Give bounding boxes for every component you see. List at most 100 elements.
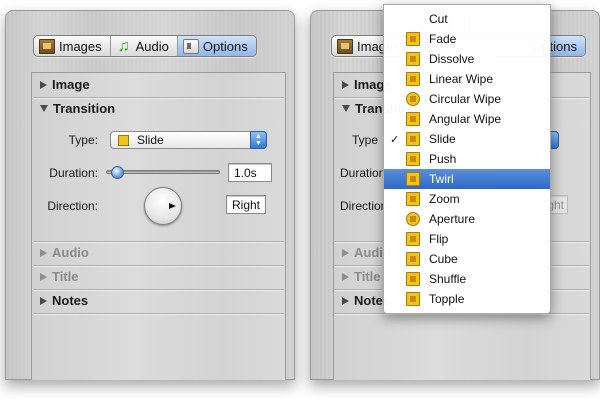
menu-item-label: Fade <box>429 32 457 46</box>
slide-icon <box>406 132 420 146</box>
twirl-icon <box>406 172 420 186</box>
menu-item-topple[interactable]: Topple <box>384 289 550 309</box>
menu-item-slide[interactable]: ✓ Slide <box>384 129 550 149</box>
menu-item-shuffle[interactable]: Shuffle <box>384 269 550 289</box>
tab-images[interactable]: Images <box>34 36 111 56</box>
inspector-panel-left: Images ♫ Audio Options Image Transition … <box>5 10 295 380</box>
dissolve-icon <box>406 52 420 66</box>
direction-label: Direction: <box>47 199 98 213</box>
transition-type-menu: Cut Fade Dissolve Linear Wipe Circular Wipe A… <box>383 4 551 314</box>
popup-arrows-icon: ▲ ▼ <box>250 131 267 149</box>
duration-slider-knob[interactable] <box>111 166 125 179</box>
menu-item-label: Zoom <box>429 192 460 206</box>
section-title-label: Title <box>354 269 381 284</box>
aperture-icon <box>406 212 420 226</box>
type-label: Type: <box>68 133 98 147</box>
topple-icon <box>406 292 420 306</box>
disclosure-collapsed-icon[interactable] <box>40 272 47 281</box>
direction-field[interactable]: Right <box>226 195 266 214</box>
menu-item-label: Cut <box>429 12 448 26</box>
menu-item-dissolve[interactable]: Dissolve <box>384 49 550 69</box>
tab-options-label: Options <box>202 38 248 54</box>
section-audio-header[interactable]: Audio <box>40 245 89 260</box>
menu-item-label: Angular Wipe <box>429 112 502 126</box>
flip-icon <box>406 232 420 246</box>
divider <box>33 313 284 314</box>
fade-icon <box>406 32 420 46</box>
section-transition-header[interactable]: Transition <box>40 101 115 116</box>
tab-audio-label: Audio <box>135 38 169 54</box>
menu-item-cube[interactable]: Cube <box>384 249 550 269</box>
checkmark-icon: ✓ <box>390 133 400 146</box>
disclosure-expanded-icon[interactable] <box>342 105 350 112</box>
menu-item-label: Twirl <box>429 172 454 186</box>
menu-item-circular-wipe[interactable]: Circular Wipe <box>384 89 550 109</box>
circular-wipe-icon <box>406 92 420 106</box>
menu-item-label: Linear Wipe <box>429 72 494 86</box>
menu-item-push[interactable]: Push <box>384 149 550 169</box>
options-pane: Image Transition Type: Slide ▲ ▼ Duration… <box>31 72 286 380</box>
divider <box>33 289 284 290</box>
disclosure-collapsed-icon[interactable] <box>342 296 349 305</box>
options-icon <box>182 38 199 54</box>
menu-item-aperture[interactable]: Aperture <box>384 209 550 229</box>
duration-label: Duration: <box>49 166 98 180</box>
section-title-header[interactable]: Title <box>342 269 381 284</box>
menu-item-cut[interactable]: Cut <box>384 9 550 29</box>
push-icon <box>406 152 420 166</box>
no-icon <box>406 12 420 26</box>
images-icon <box>39 38 55 54</box>
menu-item-label: Slide <box>429 132 456 146</box>
linear-wipe-icon <box>406 72 420 86</box>
menu-item-label: Cube <box>429 252 458 266</box>
divider <box>33 241 284 242</box>
menu-item-fade[interactable]: Fade <box>384 29 550 49</box>
shuffle-icon <box>406 272 420 286</box>
menu-item-label: Flip <box>429 232 449 246</box>
zoom-icon <box>406 192 420 206</box>
section-title-label: Title <box>52 269 79 284</box>
duration-field[interactable]: 1.0s <box>228 163 272 182</box>
section-notes-label: Notes <box>52 293 89 308</box>
duration-label: Duration <box>340 166 386 180</box>
section-image-label: Image <box>52 77 90 92</box>
angular-wipe-icon <box>406 112 420 126</box>
menu-item-label: Aperture <box>429 212 476 226</box>
section-image-header[interactable]: Image <box>40 77 90 92</box>
menu-item-flip[interactable]: Flip <box>384 229 550 249</box>
menu-item-angular-wipe[interactable]: Angular Wipe <box>384 109 550 129</box>
disclosure-expanded-icon[interactable] <box>40 105 48 112</box>
menu-item-label: Shuffle <box>429 272 467 286</box>
divider <box>33 265 284 266</box>
menu-item-label: Dissolve <box>429 52 475 66</box>
disclosure-collapsed-icon[interactable] <box>40 80 47 89</box>
disclosure-collapsed-icon[interactable] <box>40 296 47 305</box>
menu-item-zoom[interactable]: Zoom <box>384 189 550 209</box>
images-icon <box>337 38 353 54</box>
menu-item-label: Push <box>429 152 457 166</box>
transition-type-value: Slide <box>137 133 164 147</box>
direction-label: Direction <box>340 199 388 213</box>
slide-icon <box>118 134 129 146</box>
direction-dial[interactable] <box>144 187 182 225</box>
transition-type-popup[interactable]: Slide ▲ ▼ <box>110 131 267 149</box>
section-transition-label: Transition <box>53 101 116 116</box>
menu-item-twirl[interactable]: Twirl <box>384 169 550 189</box>
menu-item-label: Topple <box>429 292 465 306</box>
inspector-tabbar: Images ♫ Audio Options <box>33 35 257 57</box>
section-notes-header[interactable]: Notes <box>40 293 88 308</box>
cube-icon <box>406 252 420 266</box>
disclosure-collapsed-icon[interactable] <box>40 248 47 257</box>
disclosure-collapsed-icon[interactable] <box>342 272 349 281</box>
menu-item-linear-wipe[interactable]: Linear Wipe <box>384 69 550 89</box>
audio-note-icon: ♫ <box>117 37 130 55</box>
tab-images-label: Images <box>59 38 102 54</box>
section-title-header[interactable]: Title <box>40 269 79 284</box>
tab-audio[interactable]: ♫ Audio <box>111 36 178 56</box>
disclosure-collapsed-icon[interactable] <box>342 248 349 257</box>
disclosure-collapsed-icon[interactable] <box>342 80 349 89</box>
divider <box>33 97 284 98</box>
section-audio-label: Audio <box>52 245 89 260</box>
tab-options[interactable]: Options <box>177 36 256 56</box>
type-label: Type <box>352 133 379 147</box>
